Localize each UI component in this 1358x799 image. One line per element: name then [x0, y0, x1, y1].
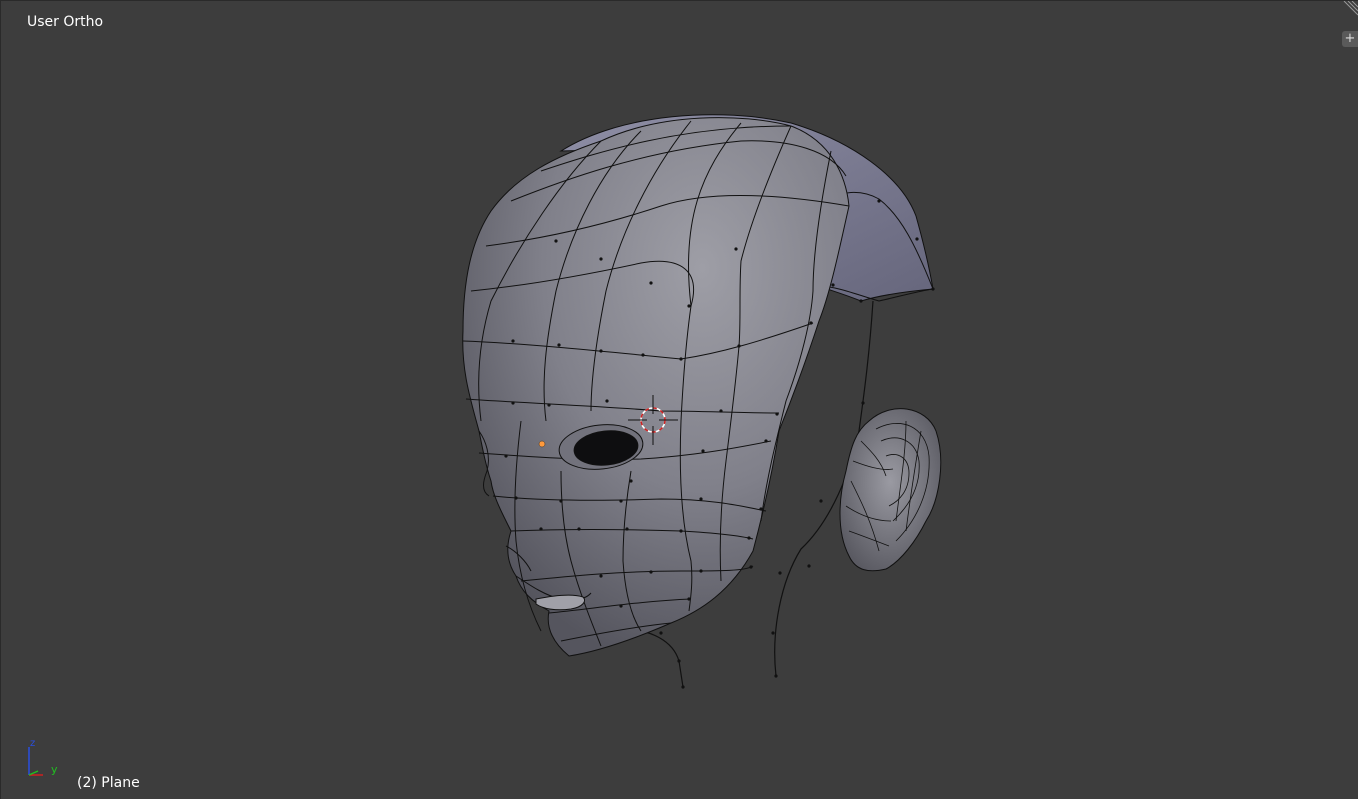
- axis-z-label: z: [30, 738, 35, 749]
- active-object-info: (2) Plane: [77, 775, 140, 791]
- head-mesh[interactable]: [1, 1, 1358, 799]
- 3d-viewport[interactable]: User Ortho + z y (2) Plane: [0, 0, 1358, 799]
- ear-mesh[interactable]: [839, 408, 942, 572]
- selected-vertex[interactable]: [538, 440, 546, 448]
- axis-y-label: y: [51, 763, 58, 776]
- axis-gizmo-icon: z y: [28, 738, 58, 776]
- lip-mesh: [535, 594, 585, 611]
